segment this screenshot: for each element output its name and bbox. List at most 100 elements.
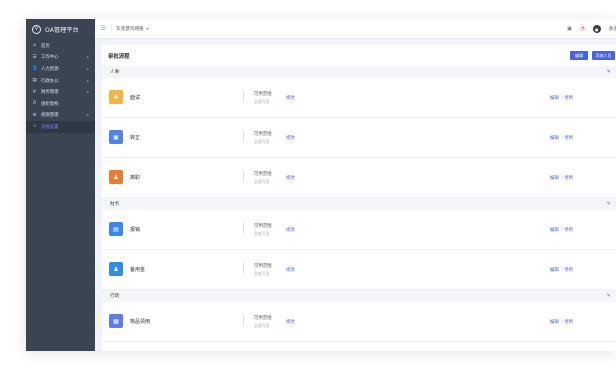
reimbursement-icon: ▤	[109, 222, 123, 236]
sidebar-item-label: 人力资源	[41, 66, 59, 72]
row-actions: 编辑 | 停用	[550, 267, 573, 273]
separator: |	[560, 134, 563, 140]
interview-icon: ♣	[109, 90, 123, 104]
approval-process-card: 审批流程 编辑 添加人员 人事 ✎ ♣ 面试 可用范围 全部可用 修改 编辑 |…	[102, 45, 616, 351]
home-icon: ⌂	[33, 43, 36, 49]
group-header-hr: 人事 ✎	[102, 66, 616, 78]
divider	[243, 223, 244, 234]
group-header-admin: 行政 ✎	[102, 290, 616, 302]
row-actions: 编辑 | 停用	[550, 135, 573, 141]
item-requisition-icon: ▦	[109, 314, 123, 328]
scope-value: 全部可用	[254, 271, 270, 276]
list-item: ♟ 离职 可用范围 全部可用 修改 编辑 | 停用	[102, 158, 616, 198]
modify-link[interactable]: 修改	[286, 95, 295, 101]
scope-info: 可用范围 全部可用	[254, 131, 272, 145]
sidebar-item-process-settings[interactable]: ⚠ 流程设置	[26, 121, 95, 133]
add-person-button[interactable]: 添加人员	[592, 51, 615, 60]
scope-info: 可用范围 全部可用	[254, 223, 272, 237]
scope-value: 全部可用	[254, 99, 270, 104]
edit-pen-icon[interactable]: ✎	[607, 69, 611, 75]
disable-link[interactable]: 停用	[564, 95, 573, 101]
gear-icon: ⚙	[32, 112, 37, 118]
disable-link[interactable]: 停用	[564, 267, 573, 273]
row-actions: 编辑 | 停用	[550, 175, 573, 181]
modify-link[interactable]: 修改	[286, 175, 295, 181]
disable-link[interactable]: 停用	[564, 135, 573, 141]
edit-pen-icon[interactable]: ✎	[607, 293, 611, 299]
divider	[243, 315, 244, 326]
card-header: 审批流程 编辑 添加人员	[102, 45, 616, 66]
divider	[243, 171, 244, 182]
org-selector[interactable]: 东莞慧鸟网络 ▾	[111, 23, 148, 34]
scope-title: 可用范围	[254, 264, 272, 269]
separator: |	[560, 226, 563, 232]
sidebar-item-label: 权限管理	[41, 113, 59, 119]
sidebar-item-work-center[interactable]: ☰ 工作中心 ▸	[26, 52, 95, 64]
modify-link[interactable]: 修改	[286, 227, 295, 233]
group-title: 行政	[110, 294, 120, 299]
yuan-icon: ¥	[33, 89, 36, 95]
scope-title: 可用范围	[254, 132, 272, 137]
sidebar-item-finance[interactable]: ¥ 财务管理 ▸	[26, 86, 95, 98]
sidebar-item-label: 行政办公	[41, 78, 59, 84]
document-icon: ▣	[109, 130, 123, 144]
topbar-actions: ▣ ◔ ● 多多	[567, 19, 616, 39]
sidebar-item-label: 组织架构	[41, 101, 59, 107]
modify-link[interactable]: 修改	[286, 319, 295, 325]
modify-link[interactable]: 修改	[286, 135, 295, 141]
process-name: 备用金	[130, 267, 146, 273]
divider	[243, 131, 244, 142]
separator: |	[560, 94, 563, 100]
edit-link[interactable]: 编辑	[550, 267, 559, 273]
list-item: ♣ 面试 可用范围 全部可用 修改 编辑 | 停用	[102, 78, 616, 118]
scope-title: 可用范围	[254, 172, 272, 177]
resign-icon: ♟	[109, 170, 123, 184]
screen-icon[interactable]: ▣	[567, 26, 572, 32]
notification-icon[interactable]: ◔	[580, 26, 585, 32]
disable-link[interactable]: 停用	[564, 319, 573, 325]
edit-pen-icon[interactable]: ✎	[607, 201, 611, 207]
scope-value: 全部可用	[254, 139, 270, 144]
group-header-finance: 财务 ✎	[102, 198, 616, 210]
group-title: 财务	[110, 202, 120, 207]
chevron-right-icon: ▸	[87, 90, 89, 95]
scope-value: 全部可用	[254, 323, 270, 328]
scope-value: 全部可用	[254, 179, 270, 184]
row-actions: 编辑 | 停用	[550, 227, 573, 233]
chevron-right-icon: ▸	[87, 55, 89, 60]
sidebar-item-label: 首页	[41, 43, 50, 49]
edit-link[interactable]: 编辑	[550, 135, 559, 141]
edit-link[interactable]: 编辑	[550, 227, 559, 233]
separator: |	[560, 318, 563, 324]
sidebar-item-home[interactable]: ⌂ 首页	[26, 40, 95, 52]
scope-title: 可用范围	[254, 224, 272, 229]
disable-link[interactable]: 停用	[564, 227, 573, 233]
sidebar-item-label: 工作中心	[41, 55, 59, 61]
scope-info: 可用范围 全部可用	[254, 91, 272, 105]
sidebar-item-admin-office[interactable]: ▤ 行政办公 ▸	[26, 75, 95, 87]
divider	[243, 263, 244, 274]
app-window: ⚲ OA管理平台 ⌂ 首页 ☰ 工作中心 ▸ 👤 人力资源 ▸ ▤ 行政办公 ▸	[26, 19, 616, 351]
logo: ⚲ OA管理平台	[26, 19, 95, 39]
process-name: 转正	[130, 135, 141, 141]
sidebar-item-org-structure[interactable]: ♁ 组织架构	[26, 98, 95, 110]
sidebar: ⚲ OA管理平台 ⌂ 首页 ☰ 工作中心 ▸ 👤 人力资源 ▸ ▤ 行政办公 ▸	[26, 19, 95, 351]
modify-link[interactable]: 修改	[286, 267, 295, 273]
sidebar-item-hr[interactable]: 👤 人力资源 ▸	[26, 63, 95, 75]
scope-value: 全部可用	[254, 231, 270, 236]
disable-link[interactable]: 停用	[564, 175, 573, 181]
list-icon: ☰	[32, 54, 37, 60]
edit-link[interactable]: 编辑	[550, 95, 559, 101]
sidebar-item-permissions[interactable]: ⚙ 权限管理 ▸	[26, 110, 95, 122]
menu-toggle-icon[interactable]: ☰	[95, 25, 111, 32]
list-item: ▣ 转正 可用范围 全部可用 修改 编辑 | 停用	[102, 118, 616, 158]
avatar[interactable]: ●	[592, 25, 601, 33]
user-name[interactable]: 多多	[609, 26, 616, 32]
edit-button[interactable]: 编辑	[570, 51, 588, 60]
edit-link[interactable]: 编辑	[550, 319, 559, 325]
list-item: ♟ 备用金 可用范围 全部可用 修改 编辑 | 停用	[102, 250, 616, 290]
scope-info: 可用范围 全部可用	[254, 315, 272, 329]
row-actions: 编辑 | 停用	[550, 319, 573, 325]
edit-link[interactable]: 编辑	[550, 175, 559, 181]
list-item: ▤ 报销 可用范围 全部可用 修改 编辑 | 停用	[102, 210, 616, 250]
